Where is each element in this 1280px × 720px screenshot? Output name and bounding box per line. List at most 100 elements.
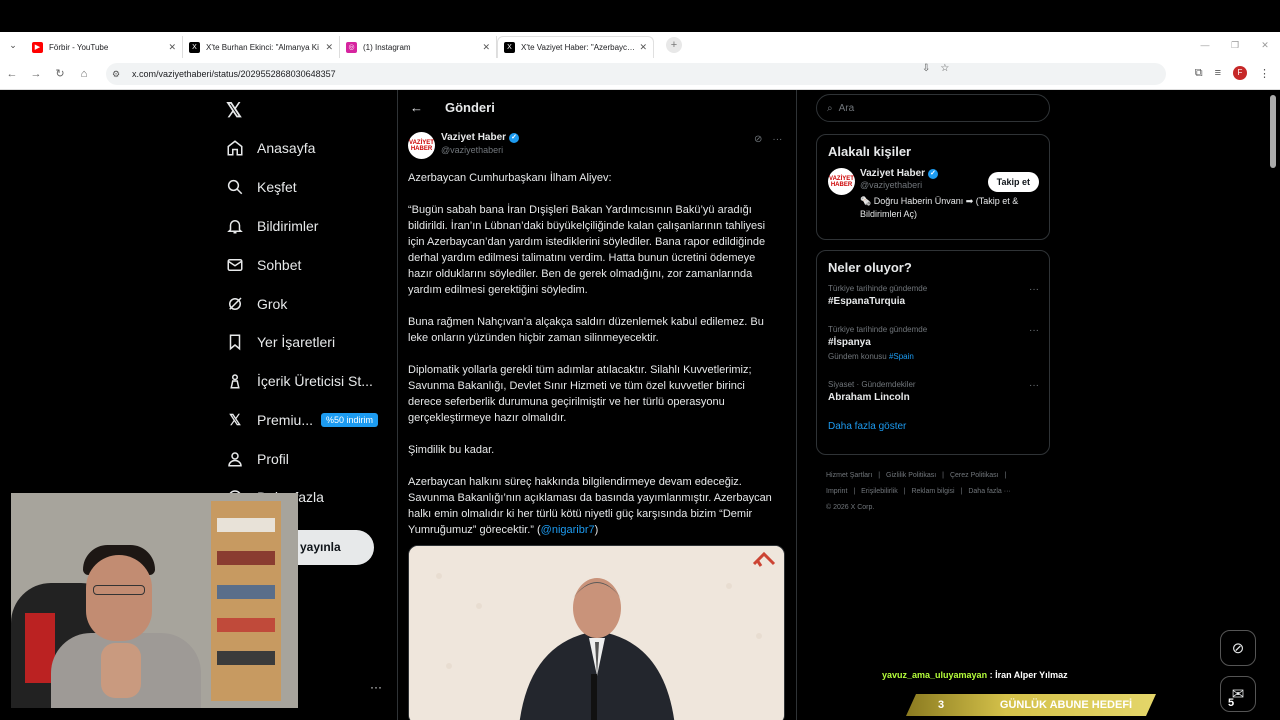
url-text: x.com/vaziyethaberi/status/2029552868030…	[132, 69, 336, 79]
tab-title: (1) Instagram	[363, 42, 411, 52]
footer-sep: |	[878, 472, 881, 479]
messages-fab-icon[interactable]: ✉	[1220, 676, 1256, 712]
tab-title: X'te Burhan Ekinci: "Almanya Ki	[206, 42, 319, 52]
panel-title: Alakalı kişiler	[828, 144, 912, 159]
more-options-icon[interactable]: ···	[1029, 380, 1039, 391]
more-options-icon[interactable]: ···	[772, 134, 782, 145]
tab-youtube[interactable]: ▶ Förbir - YouTube ✕	[26, 36, 183, 58]
more-options-icon[interactable]: ···	[1029, 325, 1039, 336]
goal-target: 5	[1228, 697, 1235, 709]
nav-notifications[interactable]: Bildirimler	[226, 214, 318, 238]
book-row	[217, 585, 275, 599]
divider	[796, 90, 797, 720]
nav-creator-studio[interactable]: İçerik Üreticisi St...	[226, 369, 373, 393]
nav-label: Sohbet	[257, 257, 302, 273]
bell-icon	[226, 217, 244, 235]
grok-fab-icon[interactable]: ⊘	[1220, 630, 1256, 666]
footer-links: Hizmet Şartları | Gizlilik Politikası | …	[826, 468, 1046, 516]
footer-link[interactable]: Daha fazla ···	[968, 488, 1010, 495]
back-arrow-icon[interactable]: ←	[410, 100, 423, 115]
reload-icon[interactable]: ↻	[48, 67, 72, 80]
nav-explore[interactable]: Keşfet	[226, 175, 297, 199]
browser-toolbar: ← → ↻ ⌂ ⚙ x.com/vaziyethaberi/status/202…	[0, 58, 1280, 90]
nav-label: İçerik Üreticisi St...	[257, 373, 373, 389]
nav-home[interactable]: Anasayfa	[226, 136, 315, 160]
new-tab-button[interactable]: +	[666, 37, 682, 53]
follow-button[interactable]: Takip et	[987, 172, 1039, 192]
footer-link[interactable]: Çerez Politikası	[950, 472, 999, 479]
person-name[interactable]: Vaziyet Haber	[860, 168, 925, 179]
author-name[interactable]: Vaziyet Haber	[441, 132, 506, 143]
trend-name: #İspanya	[828, 337, 871, 348]
footer-link[interactable]: Reklam bilgisi	[911, 488, 954, 495]
close-icon[interactable]: ✕	[639, 42, 647, 53]
tab-x-vaziyet[interactable]: X X'te Vaziyet Haber: "Azerbaycan ✕	[497, 36, 654, 58]
chat-text: İran Alper Yılmaz	[995, 670, 1068, 680]
scrollbar[interactable]	[1270, 95, 1276, 168]
minimize-icon[interactable]: —	[1190, 40, 1220, 50]
nav-bookmarks[interactable]: Yer İşaretleri	[226, 330, 335, 354]
trends-panel: Neler oluyor? Türkiye tarihinde gündemde…	[816, 250, 1050, 455]
book-row	[217, 551, 275, 565]
chat-username: yavuz_ama_uluyamayan	[882, 670, 988, 680]
install-icon[interactable]: ⇩	[922, 63, 930, 74]
forward-icon[interactable]: →	[24, 68, 48, 80]
tweet-text: Azerbaycan Cumhurbaşkanı İlham Aliyev: “…	[408, 170, 780, 554]
trend-item[interactable]: Türkiye tarihinde gündemde #EspanaTurqui…	[817, 284, 1049, 325]
x-logo-icon[interactable]: 𝕏	[226, 98, 242, 123]
site-info-icon[interactable]: ⚙	[112, 69, 126, 80]
show-more-link[interactable]: Daha fazla göster	[817, 421, 1049, 432]
trend-item[interactable]: Siyaset · Gündemdekiler Abraham Lincoln …	[817, 380, 1049, 421]
nav-profile[interactable]: Profil	[226, 447, 289, 471]
footer-sep: |	[1004, 472, 1007, 479]
book-row	[217, 518, 275, 532]
address-bar[interactable]: ⚙ x.com/vaziyethaberi/status/20295528680…	[106, 63, 1166, 85]
more-options-icon[interactable]: ···	[1029, 284, 1039, 295]
profile-icon	[226, 450, 244, 468]
search-input[interactable]: ⌕ Ara	[816, 94, 1050, 122]
nav-label: Grok	[257, 296, 288, 312]
star-icon[interactable]: ☆	[940, 63, 949, 74]
profile-avatar-icon[interactable]: F	[1233, 66, 1247, 80]
account-more-icon[interactable]: ···	[370, 680, 382, 694]
reading-list-icon[interactable]: ≡	[1215, 67, 1221, 79]
trend-meta: Türkiye tarihinde gündemde	[828, 284, 928, 293]
footer-sep: |	[942, 472, 944, 479]
trend-name: Abraham Lincoln	[828, 392, 910, 403]
trend-sub-link[interactable]: #Spain	[889, 352, 914, 361]
tweet-author[interactable]: VAZİYET HABER Vaziyet Haber ✓ @vaziyethab…	[408, 132, 520, 159]
author-handle[interactable]: @vaziyethaberi	[441, 145, 519, 155]
tab-x-burhan[interactable]: X X'te Burhan Ekinci: "Almanya Ki ✕	[183, 36, 340, 58]
grok-icon[interactable]: ⊘	[754, 134, 762, 145]
tab-title: X'te Vaziyet Haber: "Azerbaycan	[521, 43, 636, 52]
mail-icon	[226, 256, 244, 274]
streamer-face	[86, 555, 152, 641]
footer-link[interactable]: Erişilebilirlik	[861, 488, 898, 495]
close-icon[interactable]: ✕	[325, 42, 333, 53]
nav-messages[interactable]: Sohbet	[226, 253, 301, 277]
mention-link[interactable]: @nigaribr7	[541, 524, 595, 536]
close-icon[interactable]: ✕	[482, 42, 490, 53]
home-icon[interactable]: ⌂	[72, 68, 96, 80]
close-window-icon[interactable]: ✕	[1250, 40, 1280, 51]
extensions-icon[interactable]: ⧉	[1195, 67, 1203, 80]
restore-icon[interactable]: ❐	[1220, 40, 1250, 51]
tab-title: Förbir - YouTube	[49, 42, 109, 52]
trend-item[interactable]: Türkiye tarihinde gündemde #İspanya Günd…	[817, 325, 1049, 380]
nav-premium[interactable]: 𝕏 Premiu... %50 indirim	[226, 408, 379, 432]
tab-search-chevron-icon[interactable]: ⌄	[0, 40, 26, 51]
tweet-paragraph: Şimdilik bu kadar.	[408, 444, 495, 456]
avatar[interactable]: VAZİYET HABER	[408, 132, 435, 159]
tab-instagram[interactable]: ◎ (1) Instagram ✕	[340, 36, 497, 58]
footer-link[interactable]: Imprint	[826, 488, 847, 495]
avatar[interactable]: VAZİYET HABER	[828, 168, 855, 195]
back-icon[interactable]: ←	[0, 68, 24, 80]
nav-grok[interactable]: Grok	[226, 292, 287, 316]
close-icon[interactable]: ✕	[168, 42, 176, 53]
related-person[interactable]: VAZİYET HABER Vaziyet Haber ✓ @vaziyethab…	[817, 168, 1049, 234]
goal-label: GÜNLÜK ABUNE HEDEFİ	[999, 699, 1133, 711]
footer-link[interactable]: Gizlilik Politikası	[886, 472, 936, 479]
menu-icon[interactable]: ⋮	[1259, 67, 1270, 80]
footer-link[interactable]: Hizmet Şartları	[826, 472, 872, 479]
tweet-video[interactable]	[408, 545, 785, 720]
